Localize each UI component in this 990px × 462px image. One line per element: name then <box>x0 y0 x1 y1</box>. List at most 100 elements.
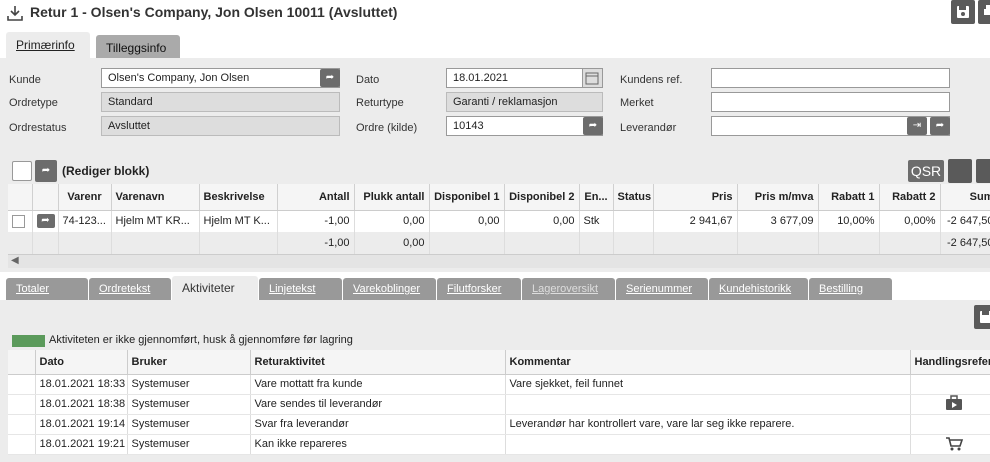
leverandor-search-button[interactable]: ⇥ <box>907 117 927 135</box>
leverandor-goto-button[interactable]: ➦ <box>930 117 950 135</box>
col-enhet[interactable]: En... <box>579 184 614 211</box>
download-icon[interactable] <box>6 4 24 22</box>
col-antall[interactable]: Antall <box>277 184 355 211</box>
tab-label: Varekoblinger <box>353 283 421 295</box>
col-disponibel-1[interactable]: Disponibel 1 <box>429 184 505 211</box>
tab-label: Lageroversikt <box>532 283 599 295</box>
tab-label: Aktiviteter <box>182 281 235 295</box>
ordre-kilde-field[interactable]: 10143 <box>446 116 603 136</box>
col-varenr[interactable]: Varenr <box>58 184 112 211</box>
kunde-field[interactable]: Olsen's Company, Jon Olsen <box>101 68 340 88</box>
cell-rabatt2[interactable]: 0,00% <box>879 210 941 232</box>
cell-rabatt1[interactable]: 10,00% <box>818 210 880 232</box>
col-rabatt-2[interactable]: Rabatt 2 <box>879 184 941 211</box>
row-goto-button[interactable]: ➦ <box>36 214 55 229</box>
save-activities-button[interactable] <box>974 305 990 329</box>
dato-field[interactable]: 18.01.2021 <box>446 68 603 88</box>
cell-enhet: Stk <box>579 210 614 232</box>
totals-row: -1,00 0,00 -2 647,50 <box>8 232 990 254</box>
cell-status <box>613 210 654 232</box>
horizontal-scrollbar[interactable]: ◀ <box>8 254 990 268</box>
col-pris-mva[interactable]: Pris m/mva <box>737 184 819 211</box>
col-returaktivitet[interactable]: Returaktivitet <box>250 350 506 375</box>
tab-tilleggsinfo[interactable]: Tilleggsinfo <box>96 35 180 59</box>
tab-serienummer[interactable]: Serienummer <box>616 278 708 300</box>
cell-pris[interactable]: 2 941,67 <box>653 210 738 232</box>
calendar-icon[interactable] <box>582 69 602 87</box>
tab-aktiviteter[interactable]: Aktiviteter <box>172 276 258 300</box>
col-beskrivelse[interactable]: Beskrivelse <box>199 184 278 211</box>
cell-kommentar[interactable] <box>505 394 911 415</box>
cell-kommentar[interactable]: Vare sjekket, feil funnet <box>505 374 911 395</box>
print-button[interactable] <box>978 0 990 24</box>
timer-button[interactable] <box>976 159 990 183</box>
leverandor-label: Leverandør <box>620 122 677 134</box>
tab-bestilling[interactable]: Bestilling <box>809 278 892 300</box>
save-icon <box>957 6 969 18</box>
col-bruker[interactable]: Bruker <box>127 350 251 375</box>
table-row[interactable]: 18.01.2021 18:33 Systemuser Vare mottatt… <box>8 374 990 395</box>
table-row[interactable]: ➦ 74-123... Hjelm MT KR... Hjelm MT K...… <box>8 210 990 232</box>
scroll-left-icon[interactable]: ◀ <box>11 255 19 266</box>
print-icon <box>984 5 990 15</box>
col-rabatt-1[interactable]: Rabatt 1 <box>818 184 880 211</box>
cell-pris-mva[interactable]: 3 677,09 <box>737 210 819 232</box>
cell-kommentar[interactable] <box>505 434 911 455</box>
kundens-ref-label: Kundens ref. <box>620 74 683 86</box>
tab-lageroversikt: Lageroversikt <box>522 278 615 300</box>
col-plukk-antall[interactable]: Plukk antall <box>354 184 430 211</box>
arrow-icon: ➦ <box>935 120 945 131</box>
col-varenavn[interactable]: Varenavn <box>111 184 200 211</box>
tab-totaler[interactable]: Totaler <box>6 278 88 300</box>
cell-antall[interactable]: -1,00 <box>277 210 355 232</box>
col-sum[interactable]: Sum <box>940 184 990 211</box>
total-antall: -1,00 <box>277 232 355 254</box>
tab-label: Kundehistorikk <box>719 283 792 295</box>
tab-ordretekst[interactable]: Ordretekst <box>89 278 171 300</box>
tab-label: Serienummer <box>626 283 693 295</box>
tab-linjetekst[interactable]: Linjetekst <box>259 278 342 300</box>
col-pris[interactable]: Pris <box>653 184 738 211</box>
table-row[interactable]: 18.01.2021 19:21 Systemuser Kan ikke rep… <box>8 434 990 455</box>
tab-label: Filutforsker <box>447 283 502 295</box>
tab-varekoblinger[interactable]: Varekoblinger <box>343 278 436 300</box>
legend-text: Aktiviteten er ikke gjennomført, husk å … <box>49 334 353 346</box>
table-row[interactable]: 18.01.2021 19:14 Systemuser Svar fra lev… <box>8 414 990 435</box>
calendar-button[interactable] <box>948 159 972 183</box>
kundens-ref-field[interactable] <box>711 68 950 88</box>
rediger-blokk-button[interactable]: ➦ <box>35 160 57 182</box>
col-disponibel-2[interactable]: Disponibel 2 <box>504 184 580 211</box>
cell-bruker: Systemuser <box>127 374 251 395</box>
cell-plukk[interactable]: 0,00 <box>354 210 430 232</box>
grid-header-row: Varenr Varenavn Beskrivelse Antall Plukk… <box>8 184 990 211</box>
kunde-goto-button[interactable]: ➦ <box>320 69 340 87</box>
col-dato[interactable]: Dato <box>35 350 128 375</box>
merket-field[interactable] <box>711 92 950 112</box>
col-handlingsreferanse[interactable]: Handlingsrefer <box>910 350 990 375</box>
save-button[interactable] <box>951 0 975 24</box>
row-checkbox[interactable] <box>12 214 25 228</box>
cell-kommentar[interactable]: Leverandør har kontrollert vare, vare la… <box>505 414 911 435</box>
col-kommentar[interactable]: Kommentar <box>505 350 911 375</box>
col-status[interactable]: Status <box>613 184 654 211</box>
select-all-checkbox[interactable] <box>12 161 32 181</box>
cart-icon[interactable] <box>944 435 964 451</box>
col-action <box>32 184 59 211</box>
tab-label: Linjetekst <box>269 283 316 295</box>
tab-label: Ordretekst <box>99 283 151 295</box>
tab-kundehistorikk[interactable]: Kundehistorikk <box>709 278 808 300</box>
tab-primaerinfo[interactable]: Primærinfo <box>6 32 90 59</box>
cell-disp1: 0,00 <box>429 210 505 232</box>
col-marker <box>8 350 36 375</box>
cell-sum: -2 647,50 <box>940 210 990 232</box>
bottom-tabs: Totaler Ordretekst Aktiviteter Linjeteks… <box>0 276 990 300</box>
tab-filutforsker[interactable]: Filutforsker <box>437 278 521 300</box>
cell-aktivitet: Svar fra leverandør <box>250 414 506 435</box>
merket-label: Merket <box>620 97 654 109</box>
arrow-icon: ➦ <box>588 120 598 131</box>
qsr-button[interactable]: QSR <box>908 160 944 182</box>
cell-dato: 18.01.2021 18:38 <box>35 394 128 415</box>
ordre-goto-button[interactable]: ➦ <box>583 117 603 135</box>
briefcase-icon[interactable] <box>944 394 964 411</box>
table-row[interactable]: 18.01.2021 18:38 Systemuser Vare sendes … <box>8 394 990 415</box>
